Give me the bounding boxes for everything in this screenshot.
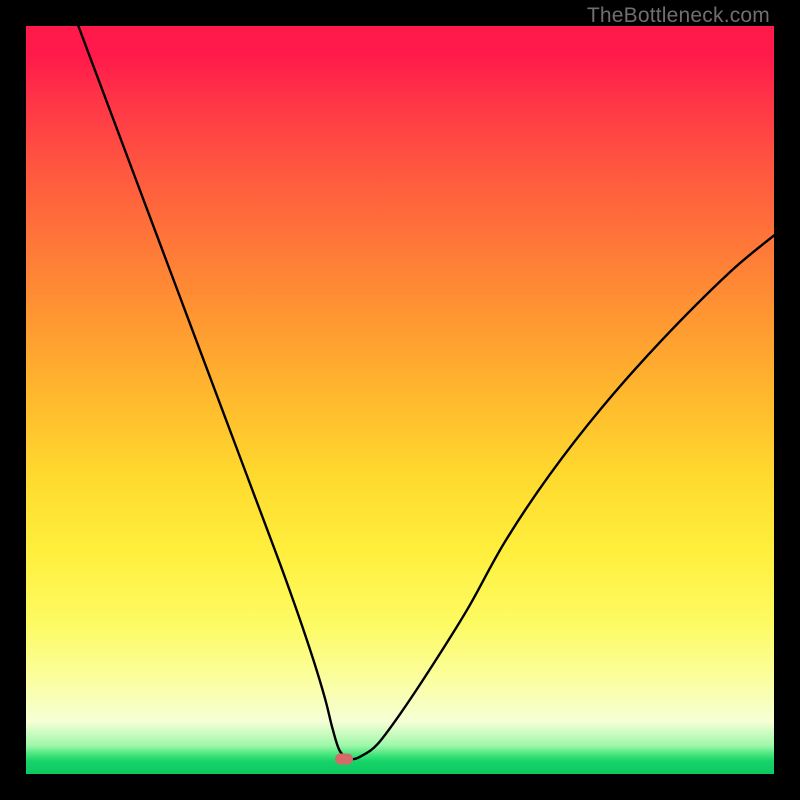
chart-frame: TheBottleneck.com bbox=[0, 0, 800, 800]
plot-area bbox=[26, 26, 774, 774]
watermark-text: TheBottleneck.com bbox=[587, 4, 770, 28]
bottleneck-curve bbox=[78, 26, 774, 759]
curve-svg bbox=[26, 26, 774, 774]
bottleneck-marker bbox=[335, 754, 353, 765]
